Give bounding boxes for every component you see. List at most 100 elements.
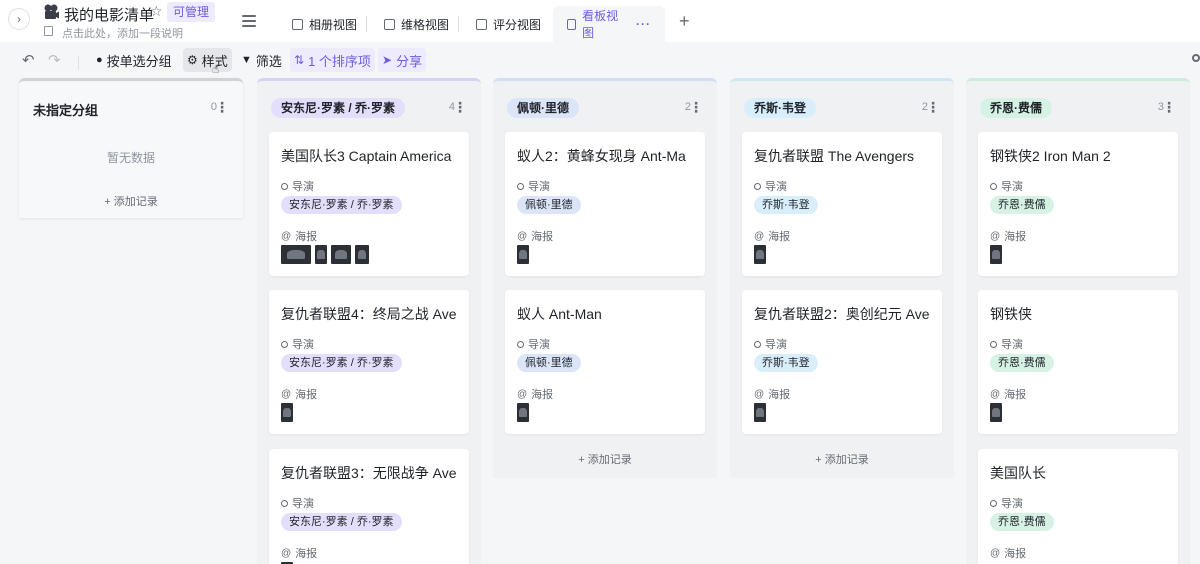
poster-field-label: @ 海报 xyxy=(990,228,1026,244)
tab-rating-view[interactable]: 评分视图 xyxy=(462,6,555,42)
column-header: 佩顿·里德 2 ⋮ xyxy=(493,95,717,121)
grid-view-icon xyxy=(384,18,395,30)
grid-view-icon xyxy=(476,18,487,30)
poster-thumbnails xyxy=(517,403,529,422)
card-title: 钢铁侠2 Iron Man 2 xyxy=(990,148,1111,164)
director-field-label: 导演 xyxy=(281,495,314,511)
poster-thumbnail[interactable] xyxy=(754,403,766,422)
more-vertical-icon[interactable]: ⋮ xyxy=(215,97,229,117)
record-card[interactable]: 复仇者联盟2：奥创纪元 Ave 导演 乔斯·韦登 @ 海报 xyxy=(742,290,942,434)
poster-thumbnail[interactable] xyxy=(990,245,1002,264)
undo-icon[interactable]: ↶ xyxy=(22,51,35,69)
filter-button[interactable]: ▼ 筛选 xyxy=(237,48,286,72)
field-name: 海报 xyxy=(1004,389,1027,401)
record-card[interactable]: 美国队长导演乔恩·费儒 @ 海报 xyxy=(978,449,1178,564)
add-record-button[interactable]: + 添加记录 xyxy=(730,451,954,467)
poster-thumbnail[interactable] xyxy=(517,245,529,264)
style-button[interactable]: ⚙ 样式 xyxy=(183,48,232,72)
single-select-icon xyxy=(517,182,524,190)
star-icon[interactable]: ☆ xyxy=(150,3,163,20)
poster-thumbnail[interactable] xyxy=(281,245,311,264)
director-tag: 安东尼·罗素 / 乔·罗素 xyxy=(281,354,402,372)
director-tag: 乔恩·费儒 xyxy=(990,513,1054,531)
attachment-icon: @ xyxy=(754,230,765,242)
field-name: 海报 xyxy=(295,548,318,560)
field-name: 海报 xyxy=(768,389,791,401)
add-record-button[interactable]: + 添加记录 xyxy=(19,193,243,209)
tab-kanban-view[interactable]: 看板视图 ··· xyxy=(553,6,665,42)
field-name: 海报 xyxy=(1004,231,1027,243)
poster-thumbnails xyxy=(754,403,766,422)
share-button[interactable]: ➤ 分享 xyxy=(378,48,427,72)
poster-thumbnail[interactable] xyxy=(315,245,327,264)
empty-state-text: 暂无数据 xyxy=(106,151,155,165)
description-icon xyxy=(44,26,53,36)
sort-icon: ⇅ xyxy=(294,53,305,67)
record-card[interactable]: 美国队长3 Captain America 导演 安东尼·罗素 / 乔·罗素 @ 海报 xyxy=(269,132,469,276)
poster-thumbnail[interactable] xyxy=(355,245,369,264)
director-field-label: 导演 xyxy=(990,495,1023,511)
description-placeholder[interactable]: 点击此处，添加一段说明 xyxy=(62,25,183,41)
single-select-icon xyxy=(281,499,288,507)
attachment-icon: @ xyxy=(990,388,1001,400)
column-header: 乔恩·费儒 3 ⋮ xyxy=(966,95,1190,121)
tab-label: 看板视图 xyxy=(582,9,619,40)
more-vertical-icon[interactable]: ⋮ xyxy=(689,97,703,117)
permission-badge: 可管理 xyxy=(167,2,216,22)
more-vertical-icon[interactable]: ⋮ xyxy=(1162,97,1176,117)
tab-label: 相册视图 xyxy=(309,17,358,32)
kanban-column: 乔恩·费儒 3 ⋮ 钢铁侠2 Iron Man 2 导演 乔恩·费儒 @ 海报 钢铁侠 导演 乔恩·… xyxy=(966,78,1190,564)
redo-icon[interactable]: ↷ xyxy=(48,51,61,69)
more-vertical-icon[interactable]: ⋮ xyxy=(453,97,467,117)
group-by-button[interactable]: ● 按单选分组 xyxy=(92,48,176,72)
tab-divider xyxy=(366,16,367,32)
filter-label: 筛选 xyxy=(255,53,282,69)
kanban-view-icon xyxy=(567,18,577,30)
attachment-icon: @ xyxy=(990,230,1001,242)
poster-thumbnails xyxy=(990,403,1002,422)
poster-thumbnail[interactable] xyxy=(990,403,1002,422)
director-field-label: 导演 xyxy=(754,178,787,194)
record-card[interactable]: 复仇者联盟4：终局之战 Ave 导演 安东尼·罗素 / 乔·罗素 @ 海报 xyxy=(269,290,469,434)
single-select-icon xyxy=(281,182,288,190)
record-card[interactable]: 钢铁侠2 Iron Man 2 导演 乔恩·费儒 @ 海报 xyxy=(978,132,1178,276)
record-card[interactable]: 复仇者联盟3：无限战争 Ave 导演 安东尼·罗素 / 乔·罗素 @ 海报 xyxy=(269,449,469,564)
poster-thumbnail[interactable] xyxy=(517,403,529,422)
director-field-label: 导演 xyxy=(281,178,314,194)
tab-gallery-view[interactable]: 相册视图 xyxy=(278,6,371,42)
add-view-button[interactable]: + xyxy=(679,12,690,30)
kanban-column: 未指定分组 0 ⋮ 暂无数据 + 添加记录 xyxy=(19,78,243,218)
tab-grid-view[interactable]: 维格视图 xyxy=(370,6,463,42)
record-card[interactable]: 蚁人2：黄蜂女现身 Ant-Ma 导演 佩顿·里德 @ 海报 xyxy=(505,132,705,276)
add-record-button[interactable]: + 添加记录 xyxy=(493,451,717,467)
poster-thumbnail[interactable] xyxy=(754,245,766,264)
view-list-menu-icon[interactable] xyxy=(240,12,258,30)
attachment-icon: @ xyxy=(517,230,528,242)
settings-icon[interactable] xyxy=(1192,54,1200,62)
record-card[interactable]: 蚁人 Ant-Man 导演 佩顿·里德 @ 海报 xyxy=(505,290,705,434)
card-title: 复仇者联盟2：奥创纪元 Ave xyxy=(754,306,930,322)
attachment-icon: @ xyxy=(990,547,1001,559)
single-select-icon xyxy=(754,182,761,190)
poster-thumbnails xyxy=(281,403,293,422)
poster-thumbnail[interactable] xyxy=(331,245,351,264)
record-card[interactable]: 钢铁侠 导演 乔恩·费儒 @ 海报 xyxy=(978,290,1178,434)
poster-thumbnail[interactable] xyxy=(281,403,293,422)
sort-button[interactable]: ⇅ 1 个排序项 xyxy=(290,48,375,72)
director-tag: 安东尼·罗素 / 乔·罗素 xyxy=(281,196,402,214)
more-options-icon[interactable]: ··· xyxy=(636,17,651,31)
expand-sidebar-button[interactable]: › xyxy=(8,8,30,30)
card-title: 钢铁侠 xyxy=(990,306,1032,322)
field-name: 导演 xyxy=(1001,181,1023,193)
more-vertical-icon[interactable]: ⋮ xyxy=(926,97,940,117)
column-title: 未指定分组 xyxy=(33,103,99,118)
card-title: 美国队长 xyxy=(990,465,1046,481)
field-name: 导演 xyxy=(528,339,550,351)
poster-field-label: @ 海报 xyxy=(281,228,317,244)
field-name: 海报 xyxy=(1004,548,1027,560)
director-tag: 乔恩·费儒 xyxy=(990,354,1054,372)
chevron-right-icon: › xyxy=(17,12,21,26)
record-card[interactable]: 复仇者联盟 The Avengers 导演 乔斯·韦登 @ 海报 xyxy=(742,132,942,276)
card-title: 复仇者联盟 The Avengers xyxy=(754,148,915,164)
datasheet-title[interactable]: 我的电影清单 xyxy=(64,4,154,25)
